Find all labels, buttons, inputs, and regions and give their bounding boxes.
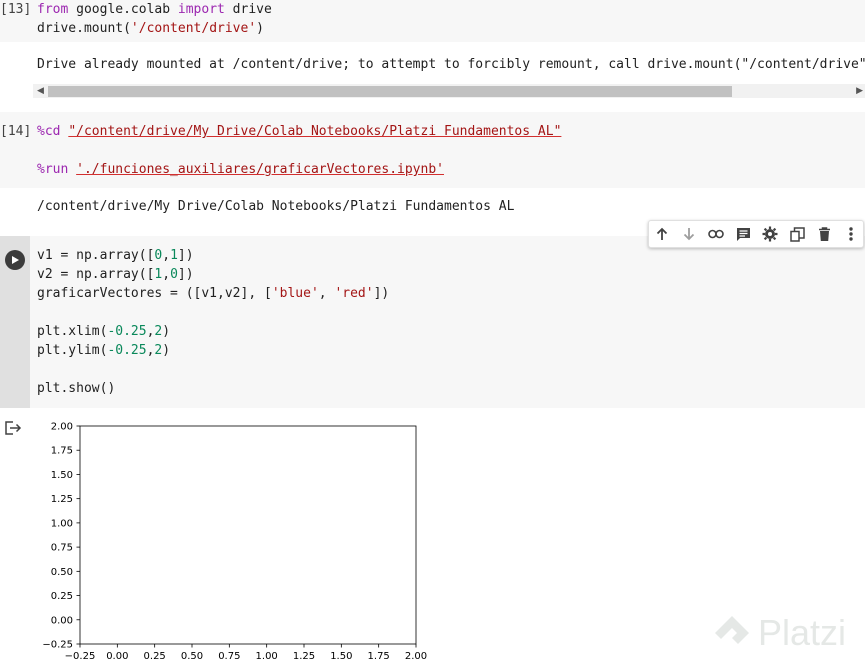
scroll-left-icon[interactable]: ◀: [37, 84, 44, 98]
y-tick-label: 1.50: [51, 470, 73, 481]
execution-count: [13]: [0, 2, 32, 17]
platzi-logo-icon: [715, 616, 749, 644]
mirror-cell-icon[interactable]: [784, 221, 810, 247]
code-cell-3[interactable]: v1 = np.array([0,1]) v2 = np.array([1,0]…: [30, 236, 865, 408]
comment-icon[interactable]: [730, 221, 756, 247]
horizontal-scrollbar[interactable]: ◀ ▶: [33, 84, 865, 98]
link-icon[interactable]: [703, 221, 729, 247]
cell-output: /content/drive/My Drive/Colab Notebooks/…: [37, 199, 515, 214]
x-tick-label: 1.75: [368, 651, 390, 662]
arrow-down-icon[interactable]: [676, 221, 702, 247]
code-line[interactable]: drive.mount('/content/drive'): [37, 21, 264, 36]
gear-icon[interactable]: [757, 221, 783, 247]
x-tick-label: 0.50: [181, 651, 203, 662]
trash-icon[interactable]: [811, 221, 837, 247]
x-tick-label: 0.00: [106, 651, 128, 662]
play-icon: [5, 250, 25, 270]
y-tick-label: −0.25: [42, 640, 73, 651]
code-line[interactable]: v2 = np.array([1,0]): [37, 267, 194, 282]
code-line[interactable]: from google.colab import drive: [37, 2, 272, 17]
y-tick-label: 0.75: [51, 543, 73, 554]
x-tick-label: 0.75: [218, 651, 240, 662]
plot-output: −0.25 0.00 0.25 0.50 0.75 1.00 1.25 1.50 1.75 2.0…: [42, 422, 427, 663]
scroll-thumb[interactable]: [48, 86, 732, 97]
code-cell-1[interactable]: [13] from google.colab import drive driv…: [0, 0, 865, 42]
code-line[interactable]: %cd "/content/drive/My Drive/Colab Noteb…: [37, 124, 561, 139]
code-line[interactable]: plt.xlim(-0.25,2): [37, 324, 170, 339]
x-tick-label: −0.25: [65, 651, 96, 662]
code-cell-2[interactable]: [14] %cd "/content/drive/My Drive/Colab …: [0, 112, 865, 188]
x-tick-label: 1.25: [293, 651, 315, 662]
cell-output: Drive already mounted at /content/drive;…: [37, 57, 865, 72]
scroll-right-icon[interactable]: ▶: [856, 84, 863, 98]
y-tick-label: 1.75: [51, 446, 73, 457]
x-tick-label: 2.00: [405, 651, 427, 662]
x-tick-label: 1.50: [330, 651, 352, 662]
output-actions-icon[interactable]: [4, 420, 22, 440]
cell-toolbar: [648, 220, 864, 248]
y-tick-label: 1.00: [51, 518, 73, 529]
more-vert-icon[interactable]: [838, 221, 864, 247]
y-tick-label: 1.25: [51, 494, 73, 505]
watermark-text: Platzi: [758, 612, 847, 653]
y-tick-label: 0.00: [51, 615, 73, 626]
code-line[interactable]: %run './funciones_auxiliares/graficarVec…: [37, 162, 444, 177]
x-tick-label: 0.25: [144, 651, 166, 662]
arrow-up-icon[interactable]: [649, 221, 675, 247]
run-cell-button[interactable]: [0, 245, 30, 275]
y-tick-label: 0.50: [51, 567, 73, 578]
code-line[interactable]: plt.ylim(-0.25,2): [37, 343, 170, 358]
code-line[interactable]: graficarVectores = ([v1,v2], ['blue', 'r…: [37, 286, 389, 301]
y-tick-label: 0.25: [51, 591, 73, 602]
x-tick-label: 1.00: [256, 651, 278, 662]
code-line[interactable]: plt.show(): [37, 381, 115, 396]
code-line[interactable]: v1 = np.array([0,1]): [37, 248, 194, 263]
platzi-watermark: Platzi: [712, 612, 846, 654]
execution-count: [14]: [0, 124, 32, 139]
plot-frame: [79, 425, 417, 645]
y-tick-label: 2.00: [51, 422, 73, 433]
